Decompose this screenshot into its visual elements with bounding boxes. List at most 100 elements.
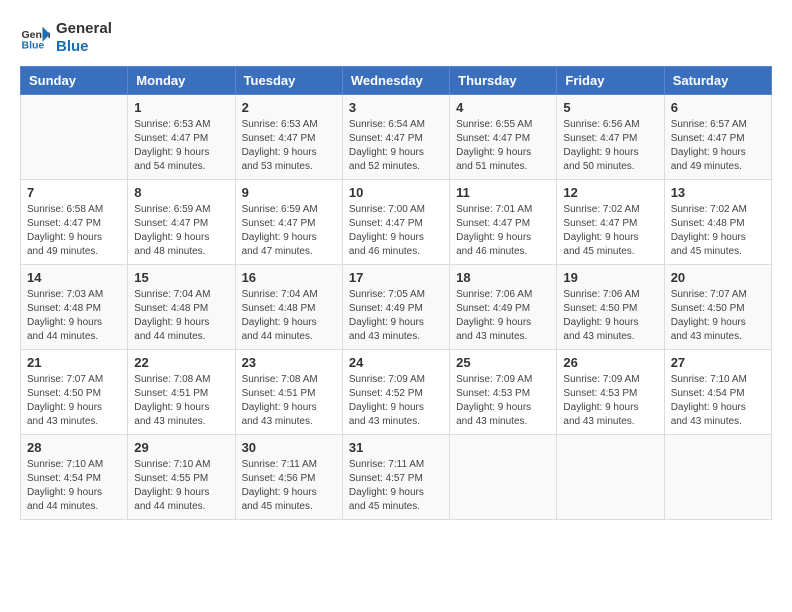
- day-number: 11: [456, 185, 550, 200]
- cell-info: Sunrise: 7:06 AMSunset: 4:50 PMDaylight:…: [563, 288, 657, 344]
- header-wednesday: Wednesday: [342, 67, 449, 95]
- calendar-cell: 6 Sunrise: 6:57 AMSunset: 4:47 PMDaylight…: [664, 95, 771, 180]
- cell-info: Sunrise: 7:09 AMSunset: 4:53 PMDaylight:…: [563, 373, 657, 429]
- cell-info: Sunrise: 7:10 AMSunset: 4:54 PMDaylight:…: [671, 373, 765, 429]
- logo-icon: General Blue: [20, 23, 50, 53]
- cell-info: Sunrise: 7:02 AMSunset: 4:47 PMDaylight:…: [563, 203, 657, 259]
- day-number: 20: [671, 270, 765, 285]
- calendar-cell: 12 Sunrise: 7:02 AMSunset: 4:47 PMDayligh…: [557, 180, 664, 265]
- cell-info: Sunrise: 7:08 AMSunset: 4:51 PMDaylight:…: [242, 373, 336, 429]
- week-row-0: 1 Sunrise: 6:53 AMSunset: 4:47 PMDaylight…: [21, 95, 772, 180]
- calendar-cell: 28 Sunrise: 7:10 AMSunset: 4:54 PMDayligh…: [21, 435, 128, 520]
- calendar-cell: 11 Sunrise: 7:01 AMSunset: 4:47 PMDayligh…: [450, 180, 557, 265]
- calendar-cell: 25 Sunrise: 7:09 AMSunset: 4:53 PMDayligh…: [450, 350, 557, 435]
- cell-info: Sunrise: 7:00 AMSunset: 4:47 PMDaylight:…: [349, 203, 443, 259]
- cell-info: Sunrise: 7:08 AMSunset: 4:51 PMDaylight:…: [134, 373, 228, 429]
- logo-line1: General: [56, 20, 112, 38]
- calendar-cell: [21, 95, 128, 180]
- cell-info: Sunrise: 6:59 AMSunset: 4:47 PMDaylight:…: [242, 203, 336, 259]
- calendar-cell: 20 Sunrise: 7:07 AMSunset: 4:50 PMDayligh…: [664, 265, 771, 350]
- day-number: 15: [134, 270, 228, 285]
- day-number: 19: [563, 270, 657, 285]
- header-thursday: Thursday: [450, 67, 557, 95]
- calendar-cell: 27 Sunrise: 7:10 AMSunset: 4:54 PMDayligh…: [664, 350, 771, 435]
- cell-info: Sunrise: 6:53 AMSunset: 4:47 PMDaylight:…: [242, 118, 336, 174]
- header-sunday: Sunday: [21, 67, 128, 95]
- calendar-cell: 13Sunrise: 7:02 AMSunset: 4:48 PMDayligh…: [664, 180, 771, 265]
- calendar-cell: 10 Sunrise: 7:00 AMSunset: 4:47 PMDayligh…: [342, 180, 449, 265]
- cell-info: Sunrise: 7:04 AMSunset: 4:48 PMDaylight:…: [242, 288, 336, 344]
- day-number: 1: [134, 100, 228, 115]
- day-number: 31: [349, 440, 443, 455]
- cell-info: Sunrise: 7:05 AMSunset: 4:49 PMDaylight:…: [349, 288, 443, 344]
- day-number: 14: [27, 270, 121, 285]
- calendar-cell: 1 Sunrise: 6:53 AMSunset: 4:47 PMDaylight…: [128, 95, 235, 180]
- calendar-cell: 17 Sunrise: 7:05 AMSunset: 4:49 PMDayligh…: [342, 265, 449, 350]
- day-number: 21: [27, 355, 121, 370]
- day-number: 16: [242, 270, 336, 285]
- day-number: 8: [134, 185, 228, 200]
- cell-info: Sunrise: 6:55 AMSunset: 4:47 PMDaylight:…: [456, 118, 550, 174]
- day-number: 4: [456, 100, 550, 115]
- day-number: 22: [134, 355, 228, 370]
- day-number: 5: [563, 100, 657, 115]
- calendar-cell: 23Sunrise: 7:08 AMSunset: 4:51 PMDayligh…: [235, 350, 342, 435]
- calendar-cell: 14 Sunrise: 7:03 AMSunset: 4:48 PMDayligh…: [21, 265, 128, 350]
- cell-info: Sunrise: 6:59 AMSunset: 4:47 PMDaylight:…: [134, 203, 228, 259]
- cell-info: Sunrise: 6:57 AMSunset: 4:47 PMDaylight:…: [671, 118, 765, 174]
- calendar-cell: 15 Sunrise: 7:04 AMSunset: 4:48 PMDayligh…: [128, 265, 235, 350]
- day-number: 18: [456, 270, 550, 285]
- cell-info: Sunrise: 7:11 AMSunset: 4:57 PMDaylight:…: [349, 458, 443, 514]
- logo-line2: Blue: [56, 38, 112, 56]
- calendar-cell: [664, 435, 771, 520]
- day-number: 9: [242, 185, 336, 200]
- day-number: 27: [671, 355, 765, 370]
- day-number: 17: [349, 270, 443, 285]
- calendar-cell: 3Sunrise: 6:54 AMSunset: 4:47 PMDaylight…: [342, 95, 449, 180]
- day-number: 24: [349, 355, 443, 370]
- logo: General Blue General Blue: [20, 20, 112, 56]
- calendar-cell: [450, 435, 557, 520]
- cell-info: Sunrise: 7:09 AMSunset: 4:53 PMDaylight:…: [456, 373, 550, 429]
- cell-info: Sunrise: 7:11 AMSunset: 4:56 PMDaylight:…: [242, 458, 336, 514]
- header-saturday: Saturday: [664, 67, 771, 95]
- week-row-3: 21Sunrise: 7:07 AMSunset: 4:50 PMDayligh…: [21, 350, 772, 435]
- calendar-cell: 2Sunrise: 6:53 AMSunset: 4:47 PMDaylight…: [235, 95, 342, 180]
- cell-info: Sunrise: 7:09 AMSunset: 4:52 PMDaylight:…: [349, 373, 443, 429]
- cell-info: Sunrise: 7:04 AMSunset: 4:48 PMDaylight:…: [134, 288, 228, 344]
- day-number: 28: [27, 440, 121, 455]
- calendar-cell: 26 Sunrise: 7:09 AMSunset: 4:53 PMDayligh…: [557, 350, 664, 435]
- day-number: 6: [671, 100, 765, 115]
- calendar-cell: 7Sunrise: 6:58 AMSunset: 4:47 PMDaylight…: [21, 180, 128, 265]
- day-number: 10: [349, 185, 443, 200]
- page-header: General Blue General Blue: [20, 20, 772, 56]
- week-row-2: 14 Sunrise: 7:03 AMSunset: 4:48 PMDayligh…: [21, 265, 772, 350]
- cell-info: Sunrise: 6:53 AMSunset: 4:47 PMDaylight:…: [134, 118, 228, 174]
- day-number: 13: [671, 185, 765, 200]
- cell-info: Sunrise: 7:10 AMSunset: 4:54 PMDaylight:…: [27, 458, 121, 514]
- calendar-cell: 30 Sunrise: 7:11 AMSunset: 4:56 PMDayligh…: [235, 435, 342, 520]
- day-number: 25: [456, 355, 550, 370]
- calendar-cell: 29Sunrise: 7:10 AMSunset: 4:55 PMDayligh…: [128, 435, 235, 520]
- cell-info: Sunrise: 6:58 AMSunset: 4:47 PMDaylight:…: [27, 203, 121, 259]
- day-number: 30: [242, 440, 336, 455]
- calendar-cell: 18 Sunrise: 7:06 AMSunset: 4:49 PMDayligh…: [450, 265, 557, 350]
- calendar-header-row: SundayMondayTuesdayWednesdayThursdayFrid…: [21, 67, 772, 95]
- calendar-table: SundayMondayTuesdayWednesdayThursdayFrid…: [20, 66, 772, 520]
- svg-text:Blue: Blue: [22, 40, 45, 52]
- calendar-cell: 19 Sunrise: 7:06 AMSunset: 4:50 PMDayligh…: [557, 265, 664, 350]
- calendar-cell: 9 Sunrise: 6:59 AMSunset: 4:47 PMDaylight…: [235, 180, 342, 265]
- calendar-cell: 21Sunrise: 7:07 AMSunset: 4:50 PMDayligh…: [21, 350, 128, 435]
- cell-info: Sunrise: 7:07 AMSunset: 4:50 PMDaylight:…: [671, 288, 765, 344]
- calendar-cell: 24 Sunrise: 7:09 AMSunset: 4:52 PMDayligh…: [342, 350, 449, 435]
- calendar-cell: 5 Sunrise: 6:56 AMSunset: 4:47 PMDaylight…: [557, 95, 664, 180]
- cell-info: Sunrise: 7:01 AMSunset: 4:47 PMDaylight:…: [456, 203, 550, 259]
- cell-info: Sunrise: 7:06 AMSunset: 4:49 PMDaylight:…: [456, 288, 550, 344]
- day-number: 26: [563, 355, 657, 370]
- calendar-cell: 4 Sunrise: 6:55 AMSunset: 4:47 PMDaylight…: [450, 95, 557, 180]
- cell-info: Sunrise: 6:56 AMSunset: 4:47 PMDaylight:…: [563, 118, 657, 174]
- day-number: 12: [563, 185, 657, 200]
- cell-info: Sunrise: 7:03 AMSunset: 4:48 PMDaylight:…: [27, 288, 121, 344]
- cell-info: Sunrise: 7:10 AMSunset: 4:55 PMDaylight:…: [134, 458, 228, 514]
- week-row-1: 7Sunrise: 6:58 AMSunset: 4:47 PMDaylight…: [21, 180, 772, 265]
